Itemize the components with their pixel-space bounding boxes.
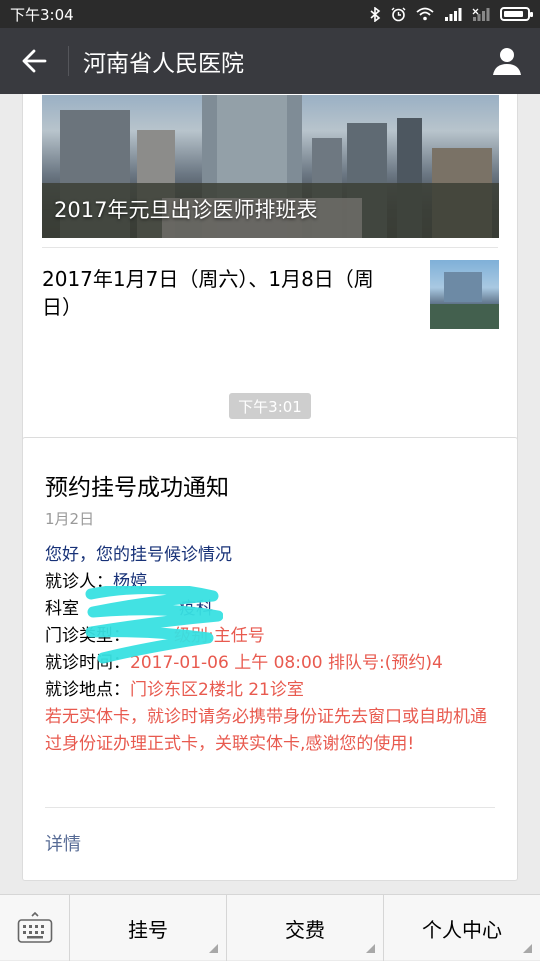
notice-time-row: 就诊时间：2017-01-06 上午 08:00 排队号:(预约)4 <box>45 650 500 677</box>
place-label: 就诊地点： <box>45 680 130 700</box>
back-arrow-icon <box>22 49 47 73</box>
patient-value: 杨婷 <box>113 572 147 592</box>
message-timestamp: 下午3:01 <box>229 393 311 419</box>
user-profile-icon <box>493 48 521 75</box>
submenu-corner-icon <box>366 944 375 953</box>
back-button[interactable] <box>0 28 68 94</box>
notice-divider <box>45 807 495 808</box>
notice-patient-row: 就诊人：杨婷 <box>45 569 500 596</box>
menu-item-register-label: 挂号 <box>128 917 168 942</box>
profile-button[interactable] <box>474 28 540 94</box>
place-value: 门诊东区2楼北 21诊室 <box>130 680 304 700</box>
status-time: 下午3:04 <box>10 5 74 24</box>
menu-item-payment-label: 交费 <box>285 917 325 942</box>
alarm-icon <box>391 7 406 21</box>
notice-title: 预约挂号成功通知 <box>45 475 229 501</box>
notice-date: 1月2日 <box>45 510 95 528</box>
menu-item-personal-center-label: 个人中心 <box>422 917 502 942</box>
notice-type-row: 门诊类型： 级别:主任号 <box>45 623 500 650</box>
dept-value: 疫科 <box>179 599 213 619</box>
bluetooth-icon <box>370 6 381 22</box>
notice-greeting: 您好，您的挂号候诊情况 <box>45 545 232 565</box>
bottom-menu-bar: 挂号 交费 个人中心 <box>0 894 540 961</box>
status-icons <box>370 6 533 22</box>
signal-icon <box>445 7 462 21</box>
submenu-corner-icon <box>523 944 532 953</box>
notice-card[interactable]: 预约挂号成功通知 1月2日 您好，您的挂号候诊情况 就诊人：杨婷 科室 疫科 门诊… <box>22 437 518 881</box>
patient-label: 就诊人： <box>45 572 113 592</box>
article-divider <box>42 247 498 248</box>
article-banner-title: 2017年元旦出诊医师排班表 <box>54 198 318 222</box>
dept-label: 科室 <box>45 599 79 619</box>
notice-body: 您好，您的挂号候诊情况 就诊人：杨婷 科室 疫科 门诊类型： 级别:主任号 就诊时间… <box>45 542 500 758</box>
article-banner-image[interactable]: 2017年元旦出诊医师排班表 <box>42 95 499 238</box>
page-title: 河南省人民医院 <box>83 51 244 77</box>
chat-content[interactable]: 2017年元旦出诊医师排班表 2017年1月7日（周六）、1月8日（周日） 下午… <box>0 94 540 894</box>
type-label: 门诊类型： <box>45 626 130 646</box>
time-value: 2017-01-06 上午 08:00 排队号:(预约)4 <box>130 653 443 673</box>
type-value: 级别:主任号 <box>174 626 265 646</box>
article-thumbnail-image[interactable] <box>430 260 499 329</box>
battery-icon <box>500 7 533 21</box>
menu-item-payment[interactable]: 交费 <box>227 895 384 961</box>
signal-off-icon <box>472 7 490 21</box>
notice-dept-row: 科室 疫科 <box>45 596 500 623</box>
notice-warning: 若无实体卡，就诊时请务必携带身份证先去窗口或自助机通过身份证办理正式卡，关联实体… <box>45 707 487 754</box>
status-bar: 下午3:04 <box>0 0 540 28</box>
nav-bar: 河南省人民医院 <box>0 28 540 94</box>
notice-detail-link[interactable]: 详情 <box>45 830 81 856</box>
menu-item-personal-center[interactable]: 个人中心 <box>384 895 540 961</box>
menu-item-register[interactable]: 挂号 <box>70 895 227 961</box>
wifi-icon <box>416 7 434 21</box>
time-label: 就诊时间： <box>45 653 130 673</box>
notice-place-row: 就诊地点：门诊东区2楼北 21诊室 <box>45 677 500 704</box>
submenu-corner-icon <box>209 944 218 953</box>
keyboard-toggle-button[interactable] <box>0 895 70 961</box>
article-sub-title[interactable]: 2017年1月7日（周六）、1月8日（周日） <box>42 265 387 321</box>
keyboard-icon <box>17 912 52 943</box>
